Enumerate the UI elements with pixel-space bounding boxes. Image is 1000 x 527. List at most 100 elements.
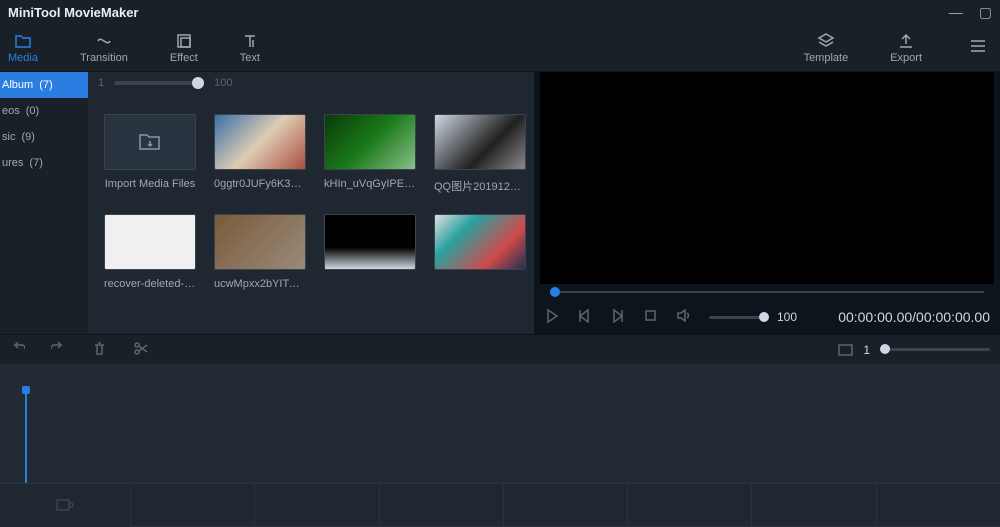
text-tab-label: Text <box>240 52 260 64</box>
seek-knob[interactable] <box>550 287 560 297</box>
speaker-icon <box>676 308 691 323</box>
undo-button[interactable] <box>10 341 25 359</box>
media-thumbnail <box>214 114 306 170</box>
media-filename: ucwMpxx2bYITwY7rZ... <box>214 278 306 290</box>
folder-icon <box>14 32 32 50</box>
thumb-max-label: 100 <box>214 77 232 89</box>
media-tab-label: Media <box>8 52 38 64</box>
media-item[interactable]: ucwMpxx2bYITwY7rZ... <box>214 214 306 290</box>
track-cell[interactable] <box>130 483 254 527</box>
sidebar-item-album[interactable]: Album (7) <box>0 72 88 98</box>
trash-icon <box>92 341 107 356</box>
media-filename: 0ggtr0JUFy6K3D1r_9aS... <box>214 178 306 190</box>
stop-button[interactable] <box>643 308 658 326</box>
thumbnail-size-row: 1 100 <box>88 72 534 94</box>
step-forward-icon <box>610 308 625 323</box>
media-grid: Import Media Files 0ggtr0JUFy6K3D1r_9aS.… <box>88 94 534 334</box>
next-frame-button[interactable] <box>610 308 625 326</box>
transition-tab-label: Transition <box>80 52 128 64</box>
edit-toolbar: 1 <box>0 334 1000 364</box>
text-tab[interactable]: Text <box>240 32 260 64</box>
sidebar-item-count: (0) <box>26 105 39 117</box>
play-button[interactable] <box>544 308 559 326</box>
media-thumbnail <box>434 214 526 270</box>
sidebar-item-label: ures <box>2 157 23 169</box>
sidebar-item-label: sic <box>2 131 15 143</box>
media-filename <box>434 278 526 290</box>
video-track-header[interactable] <box>0 483 130 527</box>
export-icon <box>897 32 915 50</box>
import-thumb <box>104 114 196 170</box>
menu-button[interactable] <box>964 32 992 63</box>
sidebar-item-videos[interactable]: eos (0) <box>0 98 88 124</box>
zoom-value: 1 <box>863 343 870 357</box>
minimize-button[interactable]: — <box>949 4 963 21</box>
import-media-button[interactable]: Import Media Files <box>104 114 196 194</box>
track-cell[interactable] <box>876 483 1000 527</box>
thumbnail-size-slider[interactable] <box>114 81 204 85</box>
track-cell[interactable] <box>627 483 751 527</box>
transition-icon <box>95 32 113 50</box>
prev-frame-button[interactable] <box>577 308 592 326</box>
stop-icon <box>643 308 658 323</box>
template-tab-label: Template <box>804 52 849 64</box>
media-item[interactable]: kHIn_uVqGyIPEXd6D... <box>324 114 416 194</box>
export-button[interactable]: Export <box>890 32 922 64</box>
media-thumbnail <box>214 214 306 270</box>
video-track-icon <box>54 495 76 517</box>
maximize-button[interactable]: ▢ <box>979 4 992 21</box>
sidebar-item-music[interactable]: sic (9) <box>0 124 88 150</box>
volume-button[interactable] <box>676 308 691 326</box>
zoom-slider[interactable] <box>880 348 990 351</box>
sidebar-item-label: eos <box>2 105 20 117</box>
volume-slider[interactable] <box>709 316 769 319</box>
media-filename: QQ图片20191202215506 <box>434 178 526 194</box>
sidebar-item-label: Album <box>2 79 33 91</box>
import-label: Import Media Files <box>104 178 196 190</box>
redo-button[interactable] <box>51 341 66 359</box>
track-cell[interactable] <box>503 483 627 527</box>
text-icon <box>241 32 259 50</box>
timeline[interactable] <box>0 364 1000 527</box>
sidebar-item-count: (9) <box>21 131 34 143</box>
media-item[interactable]: QQ图片20191202215506 <box>434 114 526 194</box>
folder-download-icon <box>137 129 163 155</box>
sidebar-item-count: (7) <box>29 157 42 169</box>
delete-button[interactable] <box>92 341 107 359</box>
transition-tab[interactable]: Transition <box>80 32 128 64</box>
seek-bar[interactable] <box>542 284 992 300</box>
preview-viewport[interactable] <box>540 72 994 284</box>
media-filename <box>324 278 416 290</box>
track-cell[interactable] <box>254 483 378 527</box>
media-sidebar: Album (7) eos (0) sic (9) ures (7) <box>0 72 88 334</box>
title-bar: MiniTool MovieMaker — ▢ <box>0 0 1000 24</box>
split-button[interactable] <box>133 341 148 359</box>
volume-value: 100 <box>777 310 797 324</box>
effect-tab-label: Effect <box>170 52 198 64</box>
scissors-icon <box>133 341 148 356</box>
media-tab[interactable]: Media <box>8 32 38 64</box>
sidebar-item-pictures[interactable]: ures (7) <box>0 150 88 176</box>
preview-panel: 100 00:00:00.00/00:00:00.00 <box>534 72 1000 334</box>
track-cell[interactable] <box>751 483 875 527</box>
play-icon <box>544 308 559 323</box>
layers-icon <box>817 32 835 50</box>
media-item[interactable]: 0ggtr0JUFy6K3D1r_9aS... <box>214 114 306 194</box>
media-thumbnail <box>434 114 526 170</box>
media-thumbnail <box>324 114 416 170</box>
sidebar-item-count: (7) <box>39 79 52 91</box>
undo-icon <box>10 341 25 356</box>
effect-tab[interactable]: Effect <box>170 32 198 64</box>
step-back-icon <box>577 308 592 323</box>
video-track[interactable] <box>130 483 1000 527</box>
track-cell[interactable] <box>379 483 503 527</box>
media-filename: kHIn_uVqGyIPEXd6D... <box>324 178 416 190</box>
effect-icon <box>175 32 193 50</box>
template-tab[interactable]: Template <box>804 32 849 64</box>
fit-icon[interactable] <box>838 344 853 356</box>
main-toolbar: Media Transition Effect Text Template Ex… <box>0 24 1000 72</box>
media-item[interactable] <box>434 214 526 290</box>
media-item[interactable] <box>324 214 416 290</box>
media-item[interactable]: recover-deleted-histor... <box>104 214 196 290</box>
hamburger-icon <box>968 36 988 56</box>
